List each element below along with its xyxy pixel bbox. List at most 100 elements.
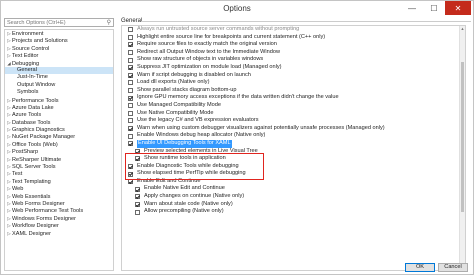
tree-item[interactable]: ▷XAML Designer	[5, 230, 113, 237]
tree-item[interactable]: General	[5, 66, 113, 75]
option-checkbox[interactable]	[128, 72, 133, 78]
option-checkbox[interactable]	[128, 57, 133, 63]
option-row[interactable]: Allow precompiling (Native only)	[122, 208, 465, 216]
tree-item[interactable]: ▷NuGet Package Manager	[5, 133, 113, 140]
option-label: Show elapsed time PerfTip while debuggin…	[137, 170, 246, 177]
cancel-button[interactable]: Cancel	[438, 263, 468, 272]
option-checkbox[interactable]	[128, 126, 133, 132]
option-row[interactable]: Use Native Compatibility Mode	[122, 110, 465, 118]
option-label: Warn about stale code (Native only)	[144, 200, 233, 207]
option-checkbox[interactable]	[128, 118, 133, 124]
option-label: Enable UI Debugging Tools for XAML	[137, 139, 232, 148]
tree-item[interactable]: ▷Windows Forms Designer	[5, 215, 113, 222]
tree-item-label: Web Essentials	[12, 193, 51, 200]
option-row[interactable]: Always run untrusted source server comma…	[122, 26, 465, 34]
option-row[interactable]: Ignore GPU memory access exceptions if t…	[122, 94, 465, 102]
tree-item[interactable]: ▷Database Tools	[5, 119, 113, 126]
option-checkbox[interactable]	[128, 50, 133, 56]
option-row[interactable]: Enable Windows debug heap allocator (Nat…	[122, 132, 465, 140]
option-row[interactable]: Highlight entire source line for breakpo…	[122, 34, 465, 42]
tree-item[interactable]: Symbols	[5, 89, 113, 96]
tree-item-label: Azure Data Lake	[12, 104, 54, 111]
option-row[interactable]: Apply changes on continue (Native only)	[122, 193, 465, 201]
tree-item[interactable]: ▷Graphics Diagnostics	[5, 126, 113, 133]
option-checkbox[interactable]	[128, 65, 133, 71]
option-row[interactable]: Show elapsed time PerfTip while debuggin…	[122, 170, 465, 178]
option-checkbox[interactable]	[135, 186, 140, 192]
scroll-thumb[interactable]	[461, 62, 464, 212]
option-row[interactable]: Enable Native Edit and Continue	[122, 185, 465, 193]
tree-item[interactable]: Just-In-Time	[5, 74, 113, 81]
option-checkbox[interactable]	[135, 194, 140, 200]
minimize-button[interactable]: —	[401, 1, 423, 15]
tree-item[interactable]: ▷Azure Tools	[5, 111, 113, 118]
tree-item[interactable]: ▷Test	[5, 170, 113, 177]
scroll-up-icon[interactable]: ▲	[460, 26, 465, 31]
tree-item[interactable]: ◢Debugging	[5, 60, 113, 67]
option-checkbox[interactable]	[128, 171, 133, 177]
tree-item[interactable]: ▷Web Performance Test Tools	[5, 207, 113, 214]
tree-item-label: Web	[12, 186, 24, 193]
group-divider	[141, 21, 471, 22]
tree-item[interactable]: ▷Web Essentials	[5, 193, 113, 200]
option-checkbox[interactable]	[128, 88, 133, 94]
search-input[interactable]	[7, 19, 103, 26]
option-checkbox[interactable]	[128, 141, 133, 147]
tree-item[interactable]: ▷Office Tools (Web)	[5, 141, 113, 148]
tree-item[interactable]: ▷Workflow Designer	[5, 222, 113, 229]
tree-item-label: Just-In-Time	[17, 74, 48, 81]
option-row[interactable]: Require source files to exactly match th…	[122, 41, 465, 49]
tree-item[interactable]: ▷SQL Server Tools	[5, 163, 113, 170]
tree-item[interactable]: ▷Web Forms Designer	[5, 200, 113, 207]
option-checkbox[interactable]	[128, 133, 133, 139]
tree-item-label: Symbols	[17, 89, 39, 96]
option-checkbox[interactable]	[135, 148, 140, 154]
tree-item-label: Test	[12, 171, 23, 178]
option-row[interactable]: Warn about stale code (Native only)	[122, 201, 465, 209]
tree-item[interactable]: ▷ReSharper Ultimate	[5, 156, 113, 163]
option-checkbox[interactable]	[128, 34, 133, 40]
option-row[interactable]: Load dll exports (Native only)	[122, 79, 465, 87]
option-row[interactable]: Use the legacy C# and VB expression eval…	[122, 117, 465, 125]
tree-item[interactable]: ▷Performance Tools	[5, 97, 113, 104]
tree-item[interactable]: ▷PostSharp	[5, 148, 113, 155]
tree-item[interactable]: ▷Projects and Solutions	[5, 37, 113, 44]
option-row[interactable]: Show raw structure of objects in variabl…	[122, 56, 465, 64]
tree-item[interactable]: Output Window	[5, 82, 113, 89]
ok-button[interactable]: OK	[405, 263, 435, 272]
option-row[interactable]: Enable UI Debugging Tools for XAML	[122, 139, 465, 148]
option-checkbox[interactable]	[128, 42, 133, 48]
search-icon[interactable]: ⚲	[107, 19, 111, 27]
option-row[interactable]: Show parallel stacks diagram bottom-up	[122, 87, 465, 95]
option-row[interactable]: Enable Edit and Continue	[122, 178, 465, 186]
option-checkbox[interactable]	[135, 209, 140, 215]
option-row[interactable]: Enable Diagnostic Tools while debugging	[122, 163, 465, 171]
maximize-button[interactable]: ☐	[423, 1, 445, 15]
tree-item[interactable]: ▷Text Templating	[5, 178, 113, 185]
tree-item[interactable]: ▷Source Control	[5, 45, 113, 52]
option-checkbox[interactable]	[128, 80, 133, 86]
option-checkbox[interactable]	[135, 156, 140, 162]
option-checkbox[interactable]	[128, 163, 133, 169]
option-row[interactable]: Redirect all Output Window text to the I…	[122, 49, 465, 57]
option-checkbox[interactable]	[128, 179, 133, 185]
option-row[interactable]: Show runtime tools in application	[122, 155, 465, 163]
option-checkbox[interactable]	[135, 201, 140, 207]
search-box[interactable]: ⚲	[4, 18, 114, 27]
tree-item[interactable]: ▷Environment	[5, 30, 113, 37]
option-checkbox[interactable]	[128, 95, 133, 101]
tree-item[interactable]: ▷Text Editor	[5, 52, 113, 59]
tree-item[interactable]: ▷Azure Data Lake	[5, 104, 113, 111]
option-row[interactable]: Use Managed Compatibility Mode	[122, 102, 465, 110]
option-checkbox[interactable]	[128, 103, 133, 109]
option-checkbox[interactable]	[128, 110, 133, 116]
option-checkbox[interactable]	[128, 27, 133, 33]
options-scrollbar[interactable]: ▲ ▼	[459, 26, 465, 270]
option-row[interactable]: Warn when using custom debugger visualiz…	[122, 125, 465, 133]
tree-item[interactable]: ▷Web	[5, 185, 113, 192]
option-row[interactable]: Warn if script debugging is disabled on …	[122, 72, 465, 80]
option-label: Enable Diagnostic Tools while debugging	[137, 162, 239, 169]
close-button[interactable]: ✕	[445, 1, 471, 15]
option-row[interactable]: Suppress JIT optimization on module load…	[122, 64, 465, 72]
option-row[interactable]: Preview selected elements in Live Visual…	[122, 148, 465, 156]
